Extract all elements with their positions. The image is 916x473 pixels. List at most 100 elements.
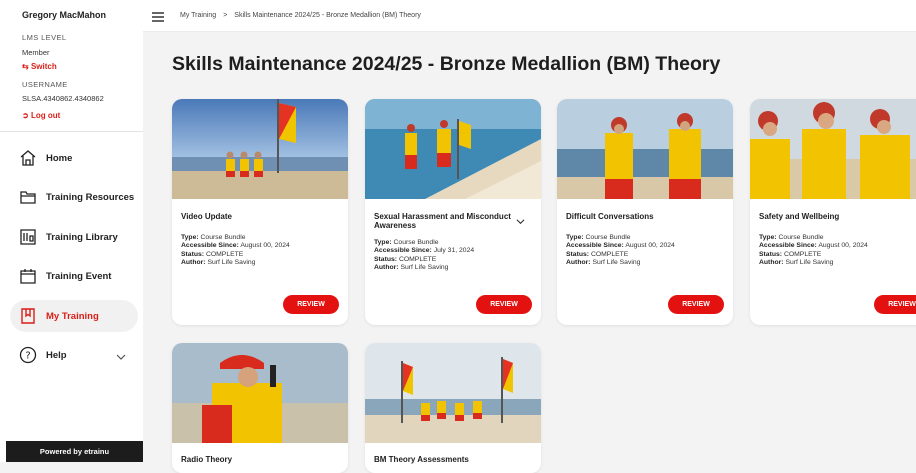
card-author: Surf Life Saving <box>785 258 834 266</box>
course-card[interactable]: Safety and Wellbeing Type: Course Bundle… <box>750 99 916 325</box>
calendar-icon <box>18 266 38 286</box>
breadcrumb-current: Skills Maintenance 2024/25 - Bronze Meda… <box>234 12 421 19</box>
bookmark-icon <box>18 306 38 326</box>
user-level: Member <box>22 48 50 57</box>
card-title: BM Theory Assessments <box>374 455 469 464</box>
logout-icon: ➲ <box>22 111 29 120</box>
card-status: COMPLETE <box>398 255 437 263</box>
course-card[interactable]: Video Update Type: Course Bundle Accessi… <box>172 99 348 325</box>
meta-type-label: Type: <box>759 234 777 241</box>
card-status: COMPLETE <box>590 250 629 258</box>
card-image <box>750 99 916 199</box>
menu-icon[interactable] <box>152 9 164 22</box>
sidebar-divider <box>0 131 143 132</box>
home-icon <box>18 148 38 168</box>
card-since: August 00, 2024 <box>240 242 290 250</box>
card-title: Radio Theory <box>181 455 233 464</box>
card-type: Course Bundle <box>393 239 439 246</box>
review-button[interactable]: REVIEW <box>668 295 724 314</box>
sidebar-item-training-library[interactable]: Training Library <box>10 221 138 253</box>
review-button[interactable]: REVIEW <box>476 295 532 314</box>
breadcrumb-root[interactable]: My Training <box>180 12 216 19</box>
lms-level-label: LMS LEVEL <box>22 33 67 42</box>
card-since: August 00, 2024 <box>625 242 675 250</box>
meta-status-label: Status: <box>759 250 783 258</box>
meta-author-label: Author: <box>374 263 399 271</box>
card-since: July 31, 2024 <box>433 247 475 255</box>
card-type: Course Bundle <box>200 234 246 241</box>
top-bar: My Training > Skills Maintenance 2024/25… <box>143 0 916 32</box>
svg-text:?: ? <box>25 351 30 362</box>
meta-type-label: Type: <box>181 234 199 241</box>
powered-by-footer: Powered by etrainu <box>6 441 143 462</box>
card-author: Surf Life Saving <box>207 258 256 266</box>
page-title: Skills Maintenance 2024/25 - Bronze Meda… <box>172 53 721 75</box>
card-image <box>557 99 733 199</box>
review-button[interactable]: REVIEW <box>283 295 339 314</box>
sidebar-item-label: Training Library <box>46 231 118 243</box>
logout-label: Log out <box>30 111 61 120</box>
username-value: SLSA.4340862.4340862 <box>22 94 104 103</box>
sidebar-item-my-training[interactable]: My Training <box>10 300 138 332</box>
card-image <box>365 99 541 199</box>
card-title: Difficult Conversations <box>566 212 654 221</box>
meta-type-label: Type: <box>566 234 584 241</box>
sidebar-item-training-event[interactable]: Training Event <box>10 260 138 292</box>
card-status: COMPLETE <box>205 250 244 258</box>
card-author: Surf Life Saving <box>592 258 641 266</box>
meta-author-label: Author: <box>759 258 784 266</box>
library-icon <box>18 227 38 247</box>
meta-author-label: Author: <box>566 258 591 266</box>
card-status: COMPLETE <box>783 250 822 258</box>
logout-link[interactable]: ➲ Log out <box>22 111 60 120</box>
breadcrumb-separator: > <box>223 12 228 19</box>
meta-status-label: Status: <box>374 255 398 263</box>
folder-icon <box>18 187 38 207</box>
card-image <box>172 343 348 443</box>
sidebar-item-home[interactable]: Home <box>10 142 138 174</box>
sidebar-item-label: Training Event <box>46 270 112 282</box>
sidebar-item-label: Home <box>46 152 73 164</box>
card-title: Safety and Wellbeing <box>759 212 840 221</box>
course-card[interactable]: Radio Theory <box>172 343 348 473</box>
card-image <box>365 343 541 443</box>
card-title: Video Update <box>181 212 232 221</box>
username-label: USERNAME <box>22 80 68 89</box>
review-button[interactable]: REVIEW <box>874 295 916 314</box>
card-meta: Type: Course Bundle Accessible Since: Au… <box>566 234 675 267</box>
meta-status-label: Status: <box>566 250 590 258</box>
card-author: Surf Life Saving <box>400 263 449 271</box>
meta-since-label: Accessible Since: <box>566 242 624 250</box>
sidebar: Gregory MacMahon LMS LEVEL Member ⇆ Swit… <box>0 0 143 462</box>
card-type: Course Bundle <box>585 234 631 241</box>
breadcrumb: My Training > Skills Maintenance 2024/25… <box>180 12 421 19</box>
chevron-down-icon[interactable] <box>116 349 126 360</box>
sidebar-item-help[interactable]: ? Help <box>10 339 138 371</box>
meta-since-label: Accessible Since: <box>181 242 239 250</box>
user-name: Gregory MacMahon <box>22 10 107 20</box>
meta-type-label: Type: <box>374 239 392 246</box>
meta-since-label: Accessible Since: <box>759 242 817 250</box>
card-image <box>172 99 348 199</box>
sidebar-item-label: My Training <box>46 310 99 322</box>
switch-icon: ⇆ <box>22 62 29 71</box>
card-meta: Type: Course Bundle Accessible Since: Au… <box>181 234 290 267</box>
help-icon: ? <box>18 345 38 365</box>
sidebar-item-label: Help <box>46 349 67 361</box>
meta-since-label: Accessible Since: <box>374 247 432 255</box>
card-title: Sexual Harassment and Misconduct Awarene… <box>374 213 511 228</box>
meta-status-label: Status: <box>181 250 205 258</box>
switch-label: Switch <box>30 62 57 71</box>
chevron-down-icon[interactable] <box>516 213 525 225</box>
switch-link[interactable]: ⇆ Switch <box>22 62 57 71</box>
card-meta: Type: Course Bundle Accessible Since: Ju… <box>374 239 474 272</box>
meta-author-label: Author: <box>181 258 206 266</box>
course-card[interactable]: Sexual Harassment and Misconduct Awarene… <box>365 99 541 325</box>
sidebar-item-label: Training Resources <box>46 191 135 203</box>
card-type: Course Bundle <box>778 234 824 241</box>
card-since: August 00, 2024 <box>818 242 868 250</box>
sidebar-item-training-resources[interactable]: Training Resources <box>10 181 138 213</box>
course-card[interactable]: Difficult Conversations Type: Course Bun… <box>557 99 733 325</box>
card-meta: Type: Course Bundle Accessible Since: Au… <box>759 234 868 267</box>
course-card[interactable]: BM Theory Assessments <box>365 343 541 473</box>
